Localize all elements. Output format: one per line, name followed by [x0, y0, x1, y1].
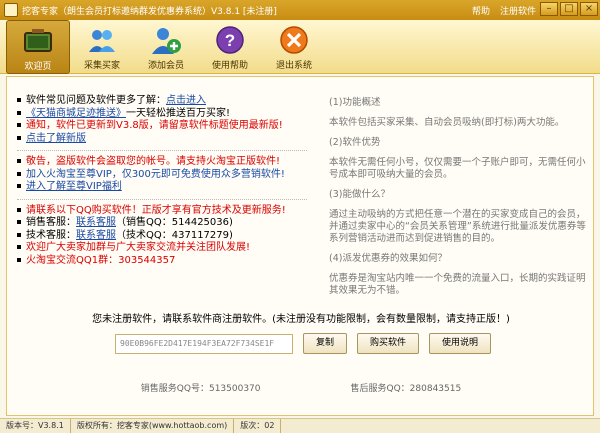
welcome-board-icon — [24, 29, 52, 52]
welcome-panel: 软件常见问题及软件更多了解：点击进入 《天猫商城足迹推送》一天轻松推送百万买家!… — [6, 76, 594, 416]
exit-icon — [280, 26, 308, 54]
faq-line: 软件常见问题及软件更多了解：点击进入 — [17, 95, 317, 108]
new-version-line: 点击了解新版 — [17, 133, 317, 146]
after-sales-qq: 售后服务QQ：280843515 — [350, 384, 462, 394]
tool-collect-buyers[interactable]: 采集买家 — [70, 20, 134, 74]
close-button[interactable]: × — [580, 2, 598, 16]
manual-button[interactable]: 使用说明 — [429, 333, 491, 354]
register-notice: 您未注册软件，请联系软件商注册软件。(未注册没有功能限制，会有数量限制，请支持正… — [92, 314, 510, 325]
users-icon — [89, 30, 115, 52]
add-user-icon — [152, 28, 181, 54]
piracy-warning: 敬告，盗版软件会盗取您的帐号。请支持火淘宝正版软件! — [17, 156, 317, 169]
vip-link[interactable]: 进入了解至尊VIP福利 — [26, 181, 122, 192]
purchase-notice: 请联系以下QQ购买软件！正版才享有官方技术及更新服务! — [17, 205, 317, 218]
feature-heading-1: (1)功能概述 — [329, 97, 381, 108]
toolbar: 欢迎页 采集买家 添加会员 ? 使用帮助 退出系统 — [0, 20, 600, 74]
tool-help[interactable]: ? 使用帮助 — [198, 20, 262, 74]
feature-text-2: 本软件无需任何小号，仅仅需要一个子账户即可，无需任何小号成本即可吸纳大量的会员。 — [329, 157, 586, 180]
feature-text-3: 通过主动吸纳的方式把任意一个潜在的买家变成自己的会员，并通过卖家中心的“会员关系… — [329, 209, 586, 244]
maximize-button[interactable]: □ — [560, 2, 578, 16]
version-status: 版本号：V3.8.1 — [0, 418, 71, 433]
tool-add-label: 添加会员 — [147, 61, 184, 71]
tmall-push-link[interactable]: 《天猫商城足迹推送》 — [26, 108, 126, 119]
count-status: 版次：02 — [234, 418, 282, 433]
vip-promo: 加入火淘宝至尊VIP，仅300元即可免费使用众多营销软件! — [17, 169, 317, 182]
tool-add-member[interactable]: 添加会员 — [134, 20, 198, 74]
register-menu[interactable]: 注册软件 — [500, 4, 536, 17]
feature-heading-3: (3)能做什么？ — [329, 189, 390, 200]
feature-heading-2: (2)软件优势 — [329, 137, 381, 148]
qq-group: 火淘宝交流QQ1群：303544357 — [17, 255, 317, 268]
tool-welcome-label: 欢迎页 — [24, 62, 52, 72]
copy-button[interactable]: 复制 — [303, 333, 347, 354]
copyright-status: 版权所有：挖客专家(www.hottaob.com) — [71, 418, 235, 433]
feature-text-1: 本软件包括买家采集、自动会员吸纳(即打标)两大功能。 — [329, 117, 565, 128]
feature-heading-4: (4)派发优惠券的效果如何？ — [329, 253, 447, 264]
service-qq-row: 销售服务QQ号：513500370 售后服务QQ：280843515 — [7, 381, 595, 394]
app-icon — [4, 3, 18, 17]
tech-service-line: 技术客服：联系客服（技术QQ：437117279) — [17, 230, 317, 243]
push-line: 《天猫商城足迹推送》一天轻松推送百万买家! — [17, 108, 317, 121]
help-icon: ? — [216, 26, 244, 54]
buy-button[interactable]: 购买软件 — [357, 333, 419, 354]
vip-line: 进入了解至尊VIP福利 — [17, 181, 317, 194]
minimize-button[interactable]: – — [540, 2, 558, 16]
new-version-link[interactable]: 点击了解新版 — [26, 133, 86, 144]
machine-code-field[interactable]: 90E0B96FE2D417E194F3EA72F734SE1F — [115, 333, 293, 354]
sales-qq: 销售服务QQ号：513500370 — [140, 384, 261, 394]
sales-service-line: 销售客服：联系客服（销售QQ：514425036) — [17, 217, 317, 230]
status-bar: 版本号：V3.8.1 版权所有：挖客专家(www.hottaob.com) 版次… — [0, 418, 600, 433]
notice-list: 软件常见问题及软件更多了解：点击进入 《天猫商城足迹推送》一天轻松推送百万买家!… — [17, 95, 317, 267]
tool-exit[interactable]: 退出系统 — [262, 20, 326, 74]
help-menu[interactable]: 帮助 — [472, 4, 490, 17]
feature-text-4: 优惠券是淘宝站内唯一一个免费的流量入口，长期的实践证明其效果无为不错。 — [329, 273, 586, 296]
tool-welcome[interactable]: 欢迎页 — [6, 20, 70, 74]
tool-exit-label: 退出系统 — [275, 61, 312, 71]
tech-contact-link[interactable]: 联系客服 — [76, 230, 116, 241]
svg-text:?: ? — [225, 31, 235, 50]
sales-contact-link[interactable]: 联系客服 — [76, 217, 116, 228]
serial-row: 90E0B96FE2D417E194F3EA72F734SE1F 复制 购买软件… — [115, 333, 491, 354]
group-welcome: 欢迎广大卖家加群与广大卖家交流并关注团队发展! — [17, 242, 317, 255]
tool-help-label: 使用帮助 — [211, 61, 248, 71]
window-title: 挖客专家（朗生会员打标邀纳群发优惠券系统）V3.8.1 [未注册] — [22, 6, 277, 17]
update-notice: 通知，软件已更新到V3.8版，请留意软件标题使用最新版! — [17, 120, 317, 133]
title-bar: 挖客专家（朗生会员打标邀纳群发优惠券系统）V3.8.1 [未注册] 帮助 注册软… — [0, 0, 600, 20]
tool-collect-label: 采集买家 — [83, 61, 120, 71]
faq-link[interactable]: 点击进入 — [166, 95, 206, 106]
feature-description: (1)功能概述 本软件包括买家采集、自动会员吸纳(即打标)两大功能。 (2)软件… — [329, 97, 587, 305]
